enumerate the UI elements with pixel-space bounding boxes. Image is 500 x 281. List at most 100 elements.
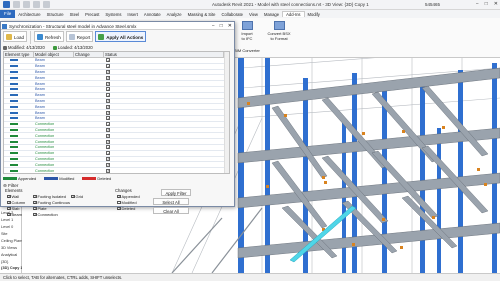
status-checkbox[interactable] <box>106 93 110 98</box>
sync-dates: Modified: 4/13/2020 Loaded: 4/13/2020 <box>3 45 93 50</box>
report-button[interactable]: Report <box>65 31 94 42</box>
redo-icon[interactable] <box>43 1 50 8</box>
browser-item[interactable]: Level 1 <box>1 218 13 222</box>
load-button[interactable]: Load <box>3 31 28 42</box>
dialog-close-button[interactable]: ✕ <box>228 23 232 29</box>
connection-icon <box>10 140 18 143</box>
browser-item[interactable]: 3D Views <box>1 246 17 250</box>
status-checkbox[interactable] <box>106 122 110 127</box>
status-checkbox[interactable] <box>106 127 110 132</box>
filter-footing-isolated[interactable]: Footing Isolated <box>33 194 66 199</box>
tab-structure[interactable]: Structure <box>44 12 67 17</box>
convert-bsx-button[interactable]: Convert BSX to Format <box>262 21 296 41</box>
filter-wall[interactable]: Wall <box>7 194 19 199</box>
browser-item[interactable]: Ceiling Plans <box>1 239 23 243</box>
browser-item[interactable]: Analytical <box>1 253 17 257</box>
ribbon-tabs: File Architecture Structure Steel Precas… <box>0 10 500 18</box>
column-header-element-type[interactable]: Element type <box>4 52 34 57</box>
status-checkbox[interactable] <box>106 162 110 167</box>
status-checkbox[interactable] <box>106 81 110 86</box>
tab-steel[interactable]: Steel <box>67 12 83 17</box>
dialog-maximize-button[interactable]: □ <box>220 23 223 29</box>
quick-access-toolbar <box>3 1 50 8</box>
status-checkbox[interactable] <box>106 116 110 121</box>
browser-item-active[interactable]: {3D} Copy 1 <box>1 266 23 270</box>
filter-footing-continous[interactable]: Footing Continous <box>33 200 70 205</box>
status-checkbox[interactable] <box>106 168 110 173</box>
status-checkbox[interactable] <box>106 87 110 92</box>
tab-systems[interactable]: Systems <box>102 12 124 17</box>
tab-manage[interactable]: Manage <box>261 12 282 17</box>
model-object-cell: Beam <box>35 87 45 92</box>
clear-all-button[interactable]: Clear All <box>153 207 189 214</box>
status-checkbox[interactable] <box>106 156 110 161</box>
status-checkbox[interactable] <box>106 151 110 156</box>
status-checkbox[interactable] <box>106 110 110 115</box>
status-cell <box>104 87 224 92</box>
apply-all-actions-button[interactable]: Apply All Actions <box>95 31 147 42</box>
status-checkbox[interactable] <box>106 145 110 150</box>
table-row[interactable]: Connection <box>4 168 229 173</box>
table-scrollbar[interactable] <box>224 52 229 173</box>
filter-deleted[interactable]: Deleted <box>117 206 135 211</box>
browser-item[interactable]: Level 0 <box>1 225 13 229</box>
import-ifc-button[interactable]: Import to IFC <box>234 21 260 41</box>
model-object-cell: Beam <box>35 64 45 69</box>
select-all-button[interactable]: Select All <box>153 198 189 205</box>
status-checkbox[interactable] <box>106 69 110 74</box>
minimize-button[interactable]: − <box>476 1 479 7</box>
browser-item[interactable]: {3D} <box>1 260 8 264</box>
filter-plate[interactable]: Plate <box>33 206 47 211</box>
beam-icon <box>10 111 18 114</box>
undo-icon[interactable] <box>33 1 40 8</box>
maximize-button[interactable]: □ <box>485 1 488 7</box>
status-cell <box>104 69 224 74</box>
revit-logo-icon[interactable] <box>3 1 10 8</box>
filter-column[interactable]: Column <box>7 200 25 205</box>
tab-annotate[interactable]: Annotate <box>141 12 164 17</box>
filter-appended[interactable]: Appended <box>117 194 140 199</box>
tab-collaborate[interactable]: Collaborate <box>219 12 246 17</box>
status-checkbox[interactable] <box>106 98 110 103</box>
status-checkbox[interactable] <box>106 104 110 109</box>
status-checkbox[interactable] <box>106 133 110 138</box>
refresh-button[interactable]: Refresh <box>34 31 64 42</box>
synchronization-dialog: Synchronization - Structural steel model… <box>0 21 235 217</box>
status-cell <box>104 168 224 173</box>
filter-connection[interactable]: Connection <box>33 212 58 217</box>
column-header-model-object[interactable]: Model object <box>34 52 74 57</box>
dialog-minimize-button[interactable]: − <box>212 23 215 29</box>
close-button[interactable]: ✕ <box>494 1 498 7</box>
tab-add-ins[interactable]: Add-Ins <box>282 11 305 17</box>
legend-modified: Modified <box>44 176 74 181</box>
report-icon <box>68 34 75 40</box>
status-checkbox[interactable] <box>106 58 110 63</box>
status-checkbox[interactable] <box>106 75 110 80</box>
tab-massing[interactable]: Massing & Site <box>185 12 219 17</box>
column-header-change[interactable]: Change <box>74 52 104 57</box>
filter-beam[interactable]: Beam <box>7 212 22 217</box>
open-icon[interactable] <box>13 1 20 8</box>
browser-item[interactable]: Site <box>1 232 8 236</box>
tab-precast[interactable]: Precast <box>82 12 102 17</box>
tab-architecture[interactable]: Architecture <box>15 12 43 17</box>
tab-view[interactable]: View <box>246 12 261 17</box>
apply-filter-button[interactable]: Apply Filter <box>161 189 191 196</box>
model-object-cell: Connection <box>35 162 55 167</box>
status-checkbox[interactable] <box>106 64 110 69</box>
filter-slab[interactable]: Slab <box>7 206 20 211</box>
element-type-cell <box>4 76 34 79</box>
tab-modify[interactable]: Modify <box>305 12 323 17</box>
tab-analyze[interactable]: Analyze <box>164 12 185 17</box>
element-type-cell <box>4 111 34 114</box>
user-id[interactable]: 545465 <box>425 2 440 7</box>
model-object-cell: Connection <box>35 168 55 173</box>
status-checkbox[interactable] <box>106 139 110 144</box>
filter-modified[interactable]: Modified <box>117 200 137 205</box>
save-icon[interactable] <box>23 1 30 8</box>
column-header-status[interactable]: Status <box>104 52 224 57</box>
file-tab[interactable]: File <box>0 10 16 18</box>
filter-grid[interactable]: Grid <box>71 194 83 199</box>
refresh-icon <box>37 34 44 40</box>
tab-insert[interactable]: Insert <box>124 12 140 17</box>
